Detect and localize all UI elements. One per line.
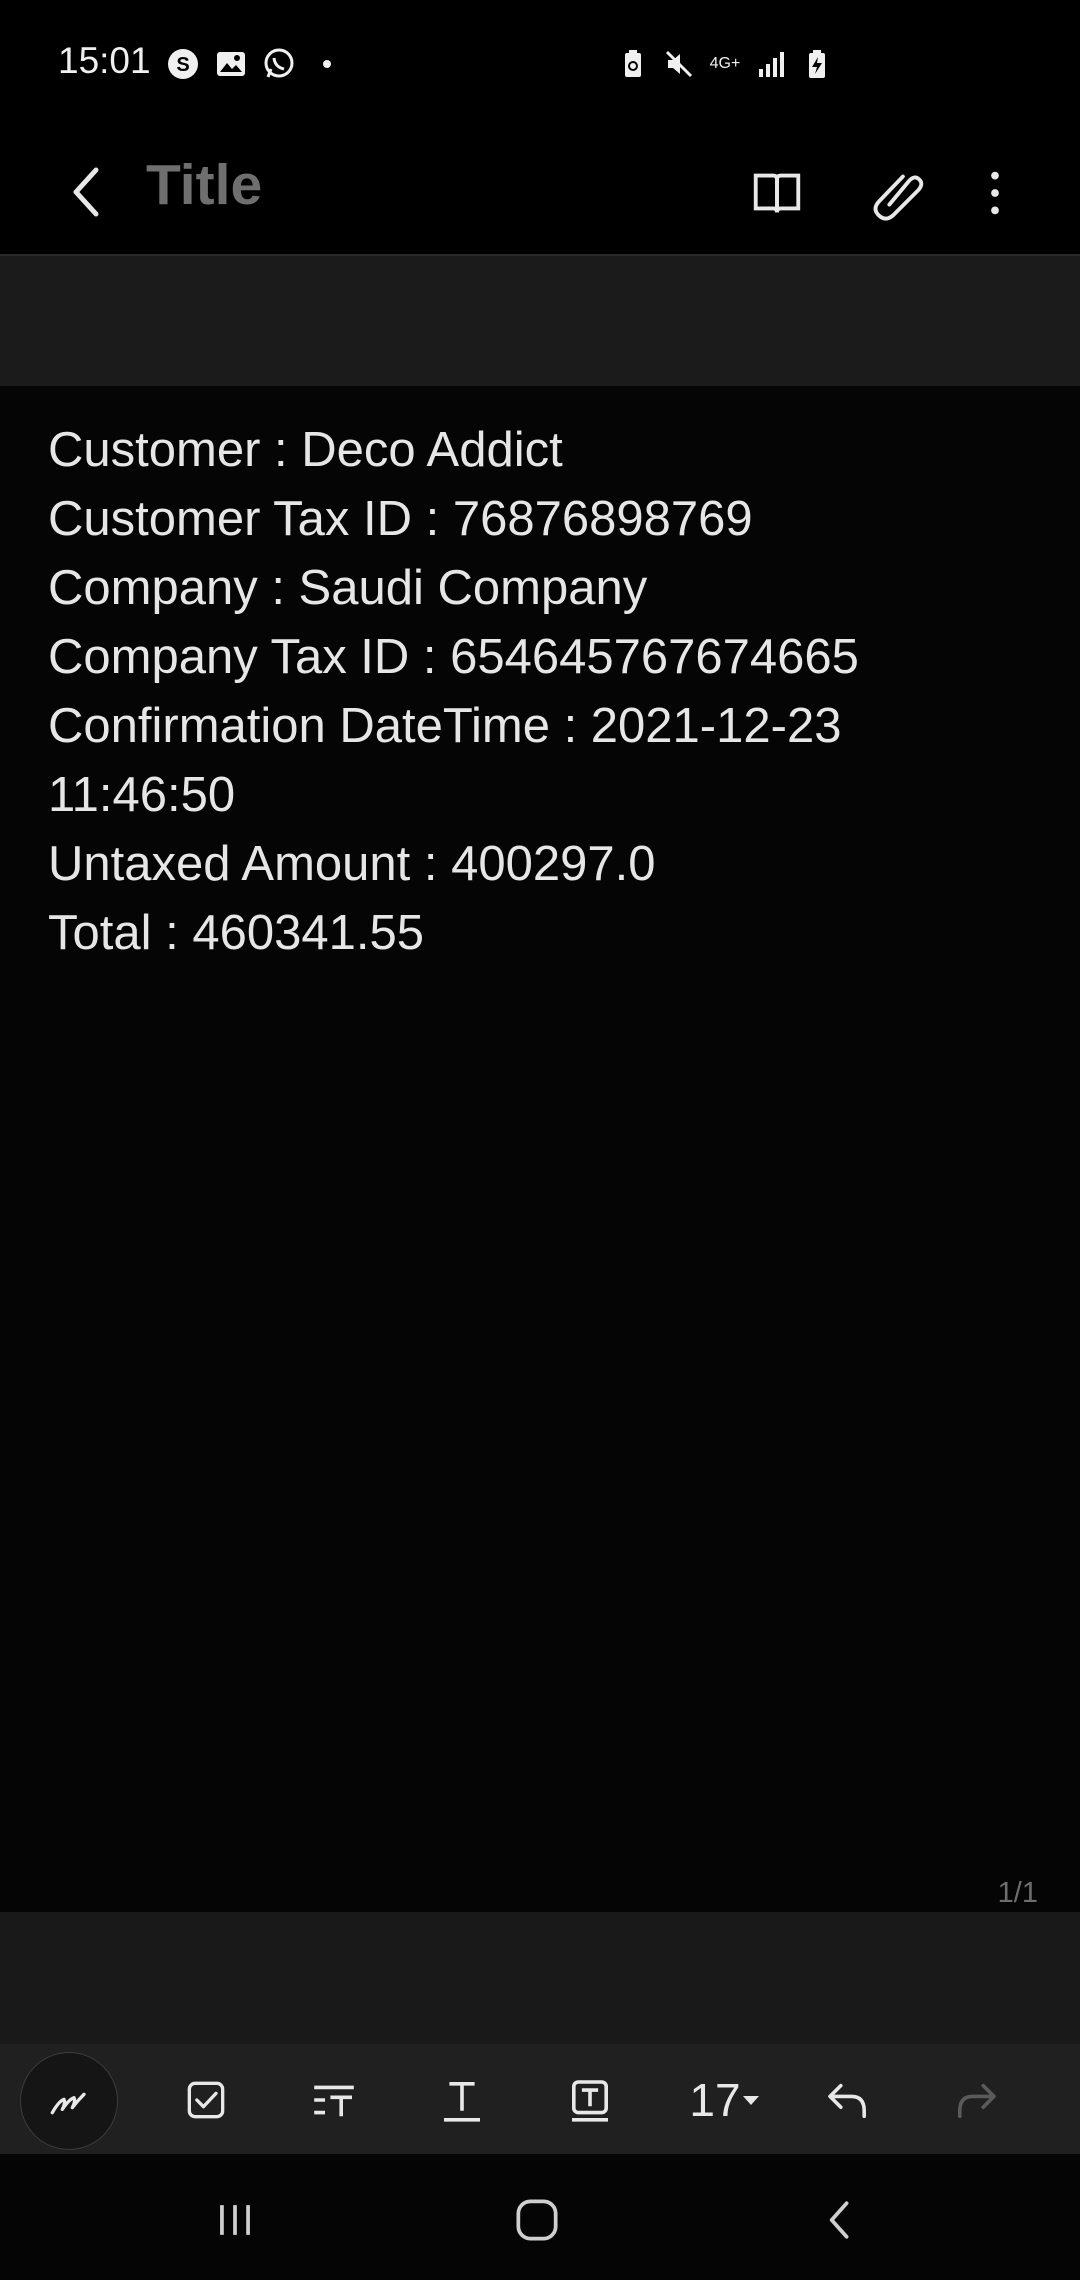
attach-button[interactable] — [864, 158, 934, 228]
navigation-bar — [0, 2154, 1080, 2280]
s-circle-icon: S — [166, 47, 200, 81]
note-title[interactable]: Title — [146, 152, 262, 218]
font-size-value: 17 — [689, 2074, 741, 2126]
back-nav-button[interactable] — [796, 2180, 886, 2260]
back-icon — [829, 2201, 849, 2239]
bottom-margin-band — [0, 1912, 1080, 2044]
dot-icon — [310, 47, 344, 81]
recent-apps-icon — [220, 2205, 250, 2235]
note-line: Untaxed Amount : 400297.0 — [48, 837, 656, 891]
more-options-icon — [991, 171, 999, 215]
system-icons: 4G+ — [616, 44, 834, 84]
top-margin-band — [0, 256, 1080, 386]
checkbox-icon — [187, 2081, 225, 2119]
home-button[interactable] — [492, 2180, 582, 2260]
editor-toolbar: 17 — [0, 2044, 1080, 2154]
reading-mode-icon — [753, 173, 801, 213]
font-size-button[interactable]: 17 — [670, 2052, 780, 2148]
page-indicator: 1/1 — [997, 1877, 1038, 1909]
battery-saver-icon — [616, 47, 650, 81]
notification-icons: S — [166, 44, 344, 84]
checkbox-button[interactable] — [158, 2052, 254, 2148]
app-bar: Title — [0, 130, 1080, 254]
gallery-icon — [214, 47, 248, 81]
svg-text:S: S — [176, 54, 189, 76]
text-format-icon — [314, 2085, 354, 2117]
battery-charging-icon — [800, 47, 834, 81]
note-body[interactable]: Customer : Deco Addict Customer Tax ID :… — [48, 416, 1038, 968]
redo-button[interactable] — [928, 2052, 1024, 2148]
note-line: Customer : Deco Addict — [48, 423, 563, 477]
status-bar: 15:01 S 4G+ — [0, 0, 1080, 130]
redo-icon — [958, 2083, 996, 2118]
text-style-button[interactable] — [414, 2052, 510, 2148]
undo-icon — [828, 2083, 866, 2118]
note-line: Confirmation DateTime : 2021-12-23 — [48, 699, 842, 753]
pen-icon — [50, 2092, 86, 2115]
note-line: Company : Saudi Company — [48, 561, 648, 615]
note-line: Total : 460341.55 — [48, 906, 424, 960]
caret-down-icon — [742, 2096, 759, 2105]
note-line: Company Tax ID : 654645767674665 — [48, 630, 859, 684]
paragraph-format-button[interactable] — [286, 2052, 382, 2148]
attach-icon — [873, 174, 924, 221]
reading-mode-button[interactable] — [742, 158, 812, 228]
handwriting-button[interactable] — [20, 2052, 118, 2150]
network-4g-icon: 4G+ — [709, 55, 741, 72]
undo-button[interactable] — [800, 2052, 896, 2148]
mute-icon — [662, 47, 696, 81]
recent-apps-button[interactable] — [190, 2180, 280, 2260]
home-icon — [516, 2199, 558, 2241]
note-line: 11:46:50 — [48, 768, 236, 822]
text-style-icon — [444, 2082, 480, 2122]
back-button[interactable] — [56, 160, 120, 224]
signal-icon — [754, 47, 788, 81]
text-box-icon — [572, 2080, 608, 2122]
status-time: 15:01 — [58, 40, 151, 81]
note-content[interactable]: Customer : Deco Addict Customer Tax ID :… — [0, 386, 1080, 1912]
text-box-button[interactable] — [542, 2052, 638, 2148]
more-options-button[interactable] — [960, 158, 1030, 228]
whatsapp-icon — [262, 47, 296, 81]
chevron-left-icon — [73, 167, 99, 217]
note-line: Customer Tax ID : 76876898769 — [48, 492, 753, 546]
